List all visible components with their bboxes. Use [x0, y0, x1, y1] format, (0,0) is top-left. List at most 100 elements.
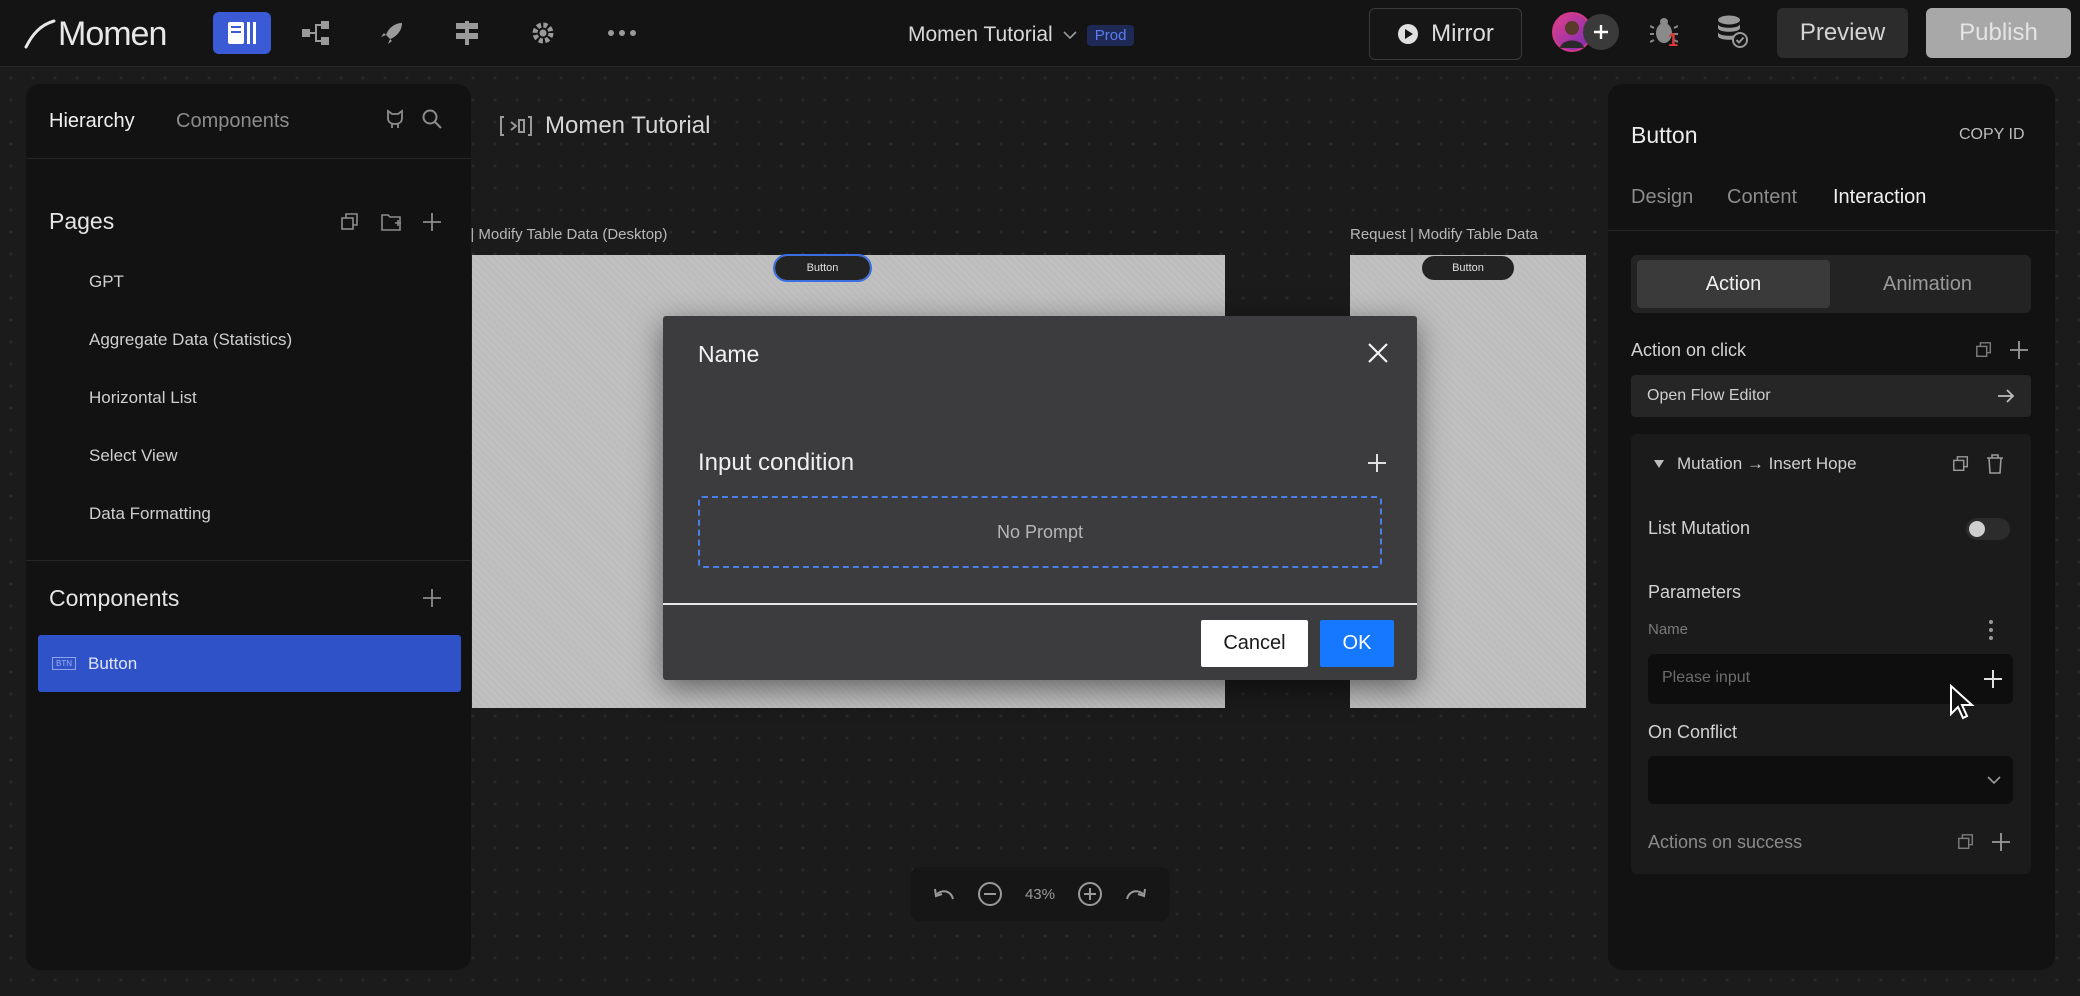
settings-tool[interactable] [514, 12, 572, 54]
cancel-button[interactable]: Cancel [1201, 620, 1308, 667]
toggle-knob [1969, 521, 1985, 537]
more-dots-icon [608, 30, 636, 36]
data-model-tool[interactable] [287, 12, 345, 54]
page-item-aggregate[interactable]: Aggregate Data (Statistics) [89, 330, 292, 350]
cancel-label: Cancel [1223, 632, 1286, 654]
publish-label: Publish [1959, 19, 2038, 46]
copy-icon[interactable] [1957, 833, 1975, 851]
list-mutation-toggle[interactable] [1966, 518, 2010, 540]
page-item-gpt[interactable]: GPT [89, 272, 124, 292]
mirror-label: Mirror [1431, 20, 1494, 47]
page-frame-icon [500, 116, 532, 136]
name-dialog: Name Input condition No Prompt Cancel OK [663, 316, 1417, 680]
list-mutation-label: List Mutation [1648, 518, 1751, 538]
trash-icon[interactable] [1986, 454, 2004, 474]
tab-content[interactable]: Content [1727, 186, 1797, 209]
preview-button[interactable]: Preview [1777, 8, 1908, 58]
ok-label: OK [1342, 632, 1372, 654]
input-condition-title: Input condition [698, 449, 855, 476]
param-name-label: Name [1648, 621, 1689, 638]
logo-swoosh-icon [24, 19, 56, 49]
rocket-icon [381, 23, 402, 44]
on-conflict-label: On Conflict [1648, 722, 1738, 742]
copy-icon[interactable] [1952, 455, 1970, 473]
zoom-controls: 43% [910, 867, 1170, 921]
tab-components[interactable]: Components [176, 110, 289, 133]
more-vertical-icon[interactable] [1988, 619, 1994, 641]
mutation-title[interactable]: Mutation → Insert Hope [1677, 454, 1857, 474]
tree-structure-icon [302, 21, 329, 45]
publish-button[interactable]: Publish [1926, 8, 2071, 58]
preview-label: Preview [1799, 19, 1886, 46]
copy-id-button[interactable]: COPY ID [1959, 126, 2025, 144]
components-title: Components [49, 585, 180, 611]
momen-logo[interactable]: Momen [24, 14, 184, 54]
segment-animation[interactable]: Animation [1831, 260, 2024, 308]
page-item-horizontal-list[interactable]: Horizontal List [89, 388, 197, 408]
component-item-button[interactable]: BTN Button [38, 635, 461, 692]
project-selector[interactable]: Momen Tutorial Prod [908, 20, 1135, 50]
frame1-label[interactable]: : | Modify Table Data (Desktop) [462, 226, 667, 243]
arrow-right-icon [1998, 389, 2015, 403]
dialog-title: Name [698, 341, 760, 367]
frame2-label[interactable]: Request | Modify Table Data [1350, 226, 1538, 243]
canvas-button[interactable]: Button [773, 254, 872, 282]
canvas-button-label: Button [806, 262, 839, 274]
parameters-label: Parameters [1648, 582, 1742, 602]
collapse-triangle-icon[interactable] [1653, 459, 1665, 469]
close-icon[interactable] [1367, 342, 1389, 364]
segment-animation-label: Animation [1883, 272, 1972, 295]
tab-design[interactable]: Design [1631, 186, 1693, 209]
undo-icon[interactable] [933, 885, 955, 903]
copy-icon[interactable] [340, 212, 360, 232]
divider [26, 158, 471, 159]
add-component-icon[interactable] [421, 587, 443, 609]
database-check-icon [1718, 15, 1748, 48]
api-tool[interactable] [438, 12, 496, 54]
add-condition-icon[interactable] [1367, 453, 1387, 473]
page-layout-tool[interactable] [213, 12, 271, 54]
empty-prompt-text: No Prompt [996, 521, 1084, 542]
segment-action-label: Action [1705, 272, 1762, 295]
search-icon[interactable] [421, 108, 443, 130]
actions-tool[interactable] [363, 12, 421, 54]
database-status-button[interactable] [1716, 14, 1750, 50]
action-on-click-label: Action on click [1631, 340, 1747, 360]
tab-interaction[interactable]: Interaction [1833, 186, 1926, 209]
env-badge[interactable]: Prod [1086, 24, 1135, 46]
zoom-in-icon[interactable] [1077, 881, 1103, 907]
btn-component-icon: BTN [52, 657, 76, 670]
condition-drop-zone[interactable]: No Prompt [698, 496, 1382, 568]
divider [1608, 230, 2055, 231]
add-action-icon[interactable] [2009, 340, 2029, 360]
copy-icon[interactable] [1975, 341, 1993, 359]
breadcrumb-title: Momen Tutorial [545, 112, 711, 139]
redo-icon[interactable] [1125, 885, 1147, 903]
page-item-select-view[interactable]: Select View [89, 446, 178, 466]
debug-button[interactable]: 1 [1650, 16, 1684, 52]
more-tool[interactable] [593, 12, 651, 54]
param-placeholder: Please input [1662, 669, 1751, 686]
top-toolbar: Momen Momen Tutorial Prod Mirror 1 Previ… [0, 0, 2080, 67]
canvas-button-mobile[interactable]: Button [1422, 256, 1514, 280]
component-label: Button [88, 653, 138, 673]
zoom-out-icon[interactable] [977, 881, 1003, 907]
add-success-action-icon[interactable] [1991, 832, 2011, 852]
ok-button[interactable]: OK [1320, 620, 1394, 667]
segment-action[interactable]: Action [1637, 260, 1830, 308]
plus-icon [1594, 25, 1608, 39]
page-item-data-formatting[interactable]: Data Formatting [89, 504, 211, 524]
mirror-button[interactable]: Mirror [1369, 8, 1522, 60]
pages-title: Pages [49, 208, 115, 234]
add-collaborator-button[interactable] [1583, 14, 1619, 50]
add-folder-icon[interactable] [380, 211, 402, 233]
inspector-title: Button [1631, 122, 1698, 148]
github-icon[interactable] [384, 108, 406, 130]
on-conflict-select[interactable] [1648, 756, 2013, 804]
segmented-control: Action Animation [1631, 255, 2031, 313]
tab-hierarchy[interactable]: Hierarchy [49, 110, 135, 133]
logo-text: Momen [58, 14, 167, 53]
open-flow-editor-button[interactable]: Open Flow Editor [1631, 375, 2031, 417]
plus-icon[interactable] [1983, 669, 2003, 689]
add-page-icon[interactable] [421, 211, 443, 233]
